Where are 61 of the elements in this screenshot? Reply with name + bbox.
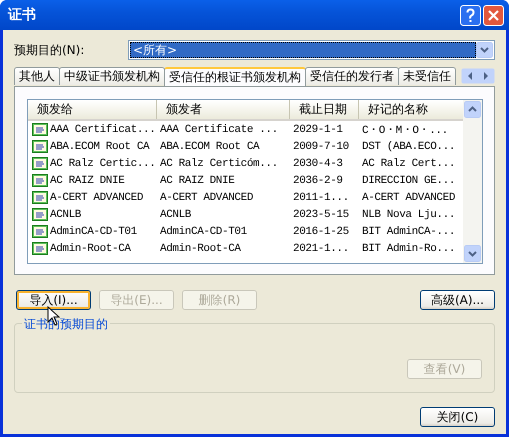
table-cell-text: ABA.ECOM Root CA [159, 140, 260, 152]
tab-scroll-arrows-icon[interactable] [461, 68, 495, 84]
table-cell: ACNLB [50, 208, 82, 220]
tab[interactable]: 受信任的发行者 [305, 67, 399, 85]
table-cell: AC Ralz Certic... [50, 158, 156, 170]
table-cell-text: 2030-4-3 [292, 158, 344, 170]
tab[interactable]: 受信任的根证书颁发机构 [164, 67, 306, 86]
table-cell-text: AdminCA-CD-T01 [159, 226, 248, 238]
column-header[interactable]: 截止日期 [290, 100, 359, 119]
tab[interactable]: 其他人 [14, 67, 60, 85]
column-header[interactable]: 颁发给 [28, 100, 157, 119]
scrollbar[interactable] [463, 100, 482, 263]
table-cell: Admin-Root-CA [50, 242, 131, 254]
table-cell-text: NLB Nova Lju... [361, 208, 456, 220]
table-cell-text: BIT Admin-Ro... [361, 242, 456, 254]
column-header[interactable]: 颁发者 [157, 100, 290, 119]
certificate-icon [32, 242, 48, 255]
table-cell-text: 2011-1... [292, 192, 350, 204]
table-cell-text: 2009-7-10 [292, 140, 350, 152]
table-cell: AdminCA-CD-T01 [50, 226, 137, 238]
table-cell-text: 2016-1-25 [292, 226, 350, 238]
table-cell: AC RAIZ DNIE [50, 174, 124, 186]
advanced-button[interactable]: 高级(A)... [420, 290, 495, 310]
purpose-dropdown[interactable]: <所有> [128, 40, 495, 60]
tab[interactable]: 未受信任 [398, 67, 456, 85]
table-cell-text: 2023-5-15 [292, 208, 350, 220]
table-cell: ABA.ECOM Root CA [50, 140, 150, 152]
table-cell-text: AC Ralz Certicóm... [159, 158, 279, 170]
table-cell-text: AAA Certificate ... [159, 124, 279, 136]
certificate-icon [32, 157, 48, 170]
table-cell-text: A-CERT ADVANCED [159, 192, 254, 204]
table-cell-text: AC Ralz Cert... [361, 158, 456, 170]
certificate-icon [32, 174, 48, 187]
table-cell-text: 2021-1... [292, 242, 350, 254]
table-cell-text: A-CERT ADVANCED [361, 192, 456, 204]
table-cell-text: 2029-1-1 [292, 124, 344, 136]
table-cell-text: C・O・M・O・... [361, 124, 449, 137]
table-cell-text: DIRECCION GE... [361, 174, 456, 186]
certificate-icon [32, 140, 48, 153]
table-cell-text: BIT AdminCA-... [361, 226, 456, 238]
table-cell: AAA Certificat... [50, 124, 156, 136]
certificate-icon [32, 123, 48, 136]
action-button[interactable]: 导入(I)... [16, 290, 91, 310]
table-cell-text: 2036-2-9 [292, 174, 344, 186]
close-button[interactable]: 关闭(C) [420, 407, 495, 427]
scroll-up-icon[interactable] [464, 101, 481, 118]
certificate-icon [32, 225, 48, 238]
tab[interactable]: 中级证书颁发机构 [59, 67, 165, 85]
certificate-icon [32, 191, 48, 204]
certificate-icon [32, 208, 48, 221]
close-icon[interactable] [483, 4, 504, 26]
help-button[interactable] [460, 4, 481, 26]
window-title: 证书 [8, 6, 37, 24]
table-cell-text: DST (ABA.ECO... [361, 140, 456, 152]
scroll-down-icon[interactable] [464, 245, 481, 262]
table-cell-text: Admin-Root-CA [159, 242, 242, 254]
table-cell: A-CERT ADVANCED [50, 192, 144, 204]
table-cell-text: AC RAIZ DNIE [159, 174, 236, 186]
table-cell-text: ACNLB [159, 208, 192, 220]
dropdown-value: <所有> [130, 42, 476, 58]
purpose-label: 预期目的(N): [14, 42, 86, 58]
